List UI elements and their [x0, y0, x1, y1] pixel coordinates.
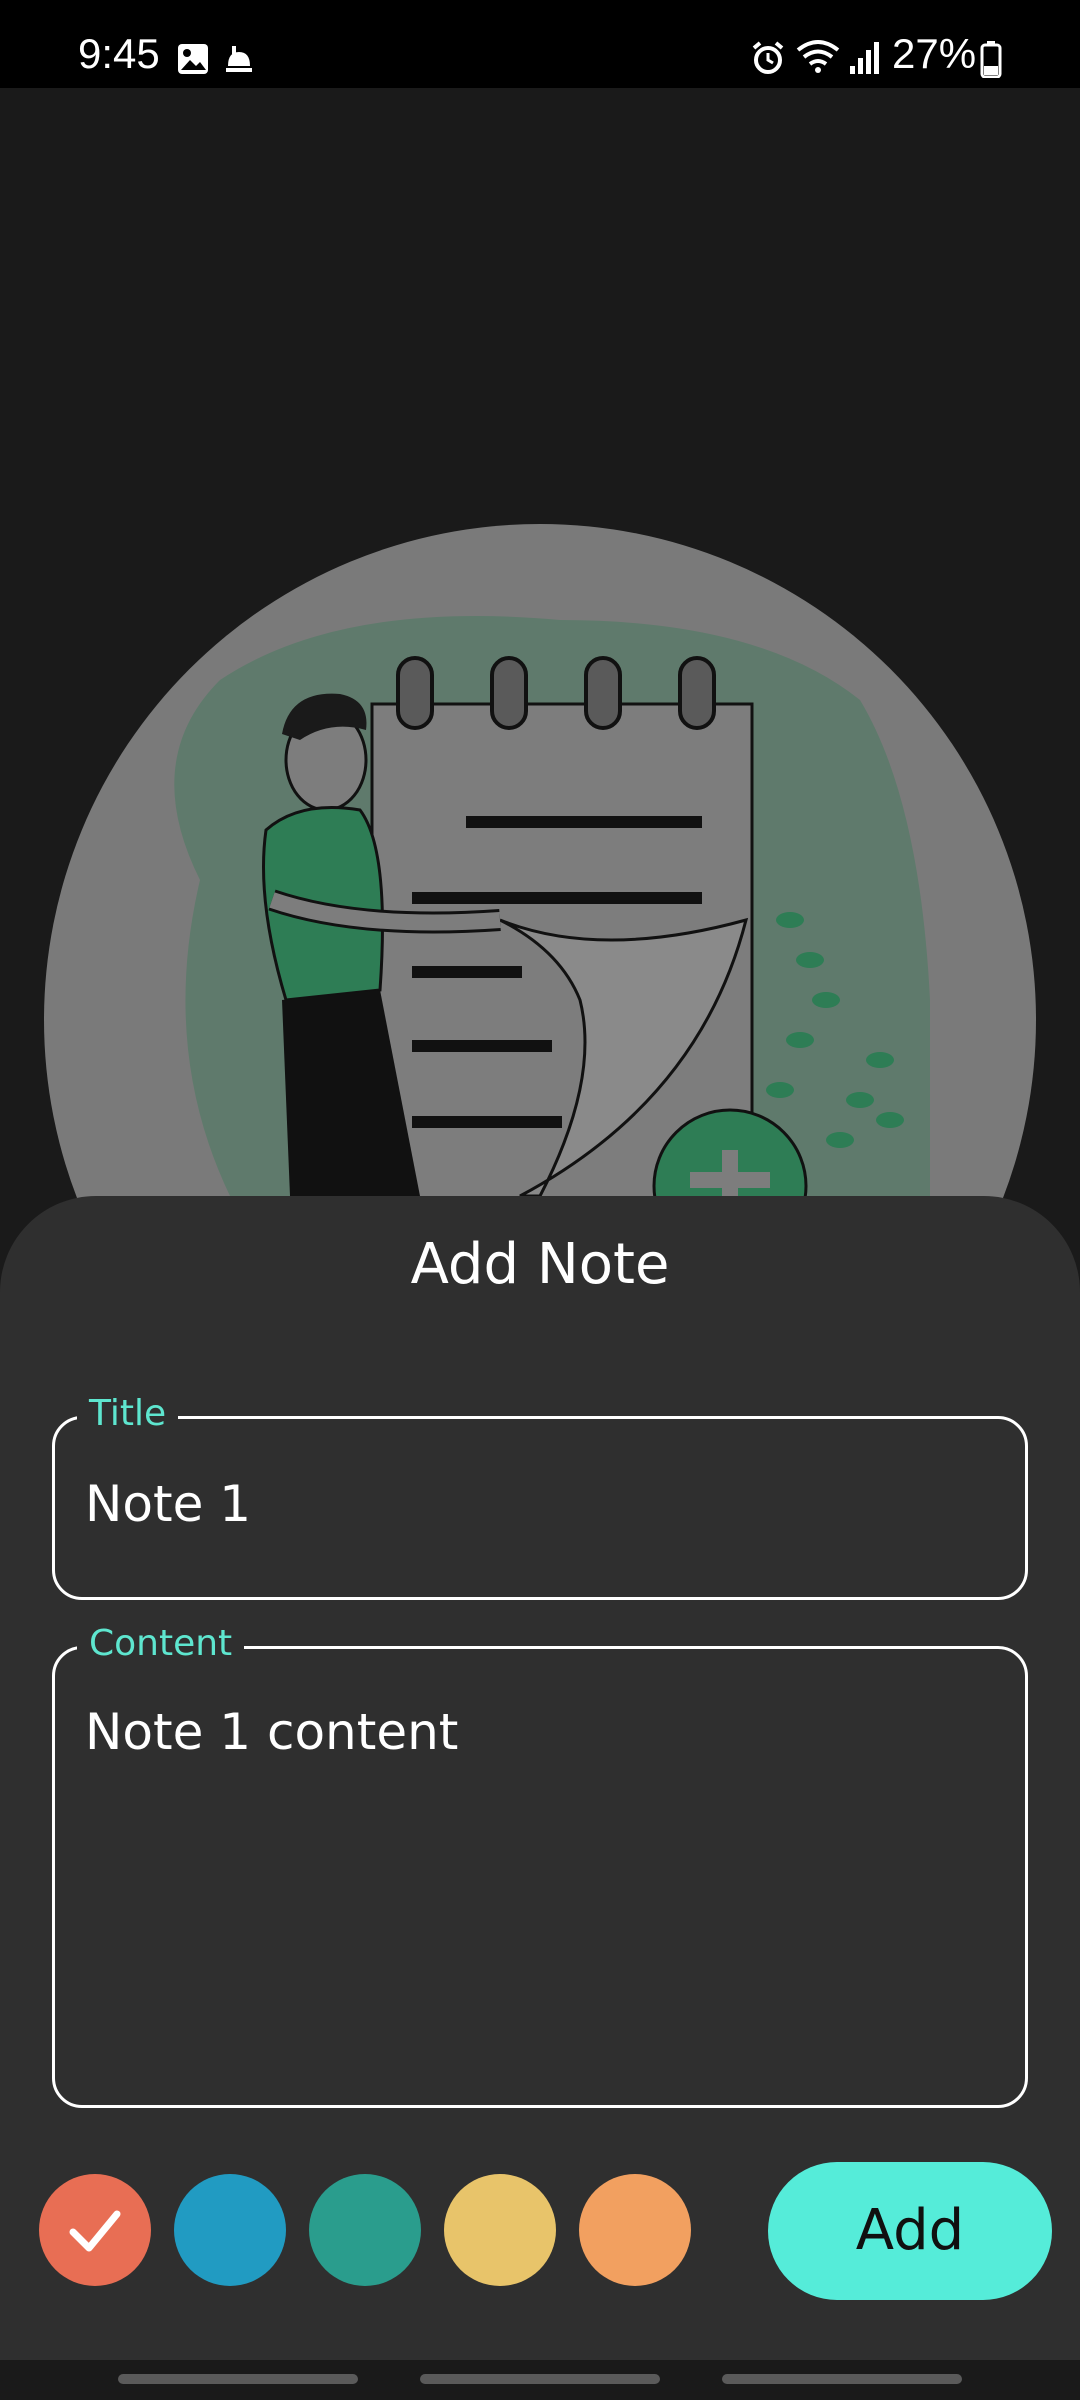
- status-time: 9:45: [78, 30, 160, 77]
- color-swatch-yellow[interactable]: [444, 2174, 556, 2286]
- content-field[interactable]: Content Note 1 content: [52, 1623, 1028, 2108]
- wifi-icon: [796, 40, 840, 73]
- color-swatch-blue[interactable]: [174, 2174, 286, 2286]
- nav-home-button[interactable]: [420, 2374, 660, 2384]
- title-field[interactable]: Title Note 1: [52, 1393, 1028, 1600]
- note-illustration: [44, 524, 1036, 1198]
- color-swatch-orange[interactable]: [579, 2174, 691, 2286]
- title-field-label: Title: [77, 1393, 179, 1434]
- battery-percent: 27%: [892, 30, 977, 77]
- color-swatch-coral[interactable]: [39, 2174, 151, 2286]
- color-swatch-teal[interactable]: [309, 2174, 421, 2286]
- add-button[interactable]: Add: [768, 2162, 1052, 2300]
- notification-icon: [226, 46, 252, 72]
- alarm-icon: [752, 41, 784, 74]
- image-icon: [178, 44, 208, 74]
- content-input[interactable]: Note 1 content: [85, 1703, 985, 1761]
- title-input[interactable]: Note 1: [85, 1475, 985, 1533]
- signal-icon: [850, 42, 879, 74]
- nav-back-button[interactable]: [722, 2374, 962, 2384]
- battery-icon: [980, 41, 1002, 78]
- sheet-title: Add Note: [410, 1232, 670, 1297]
- add-note-screen: 9:45 27% Add Note Title Note 1 Content N…: [0, 0, 1080, 2400]
- status-bar: 9:45 27%: [0, 0, 1080, 88]
- check-icon: [69, 2210, 121, 2252]
- content-field-label: Content: [77, 1623, 245, 1664]
- nav-recents-button[interactable]: [118, 2374, 358, 2384]
